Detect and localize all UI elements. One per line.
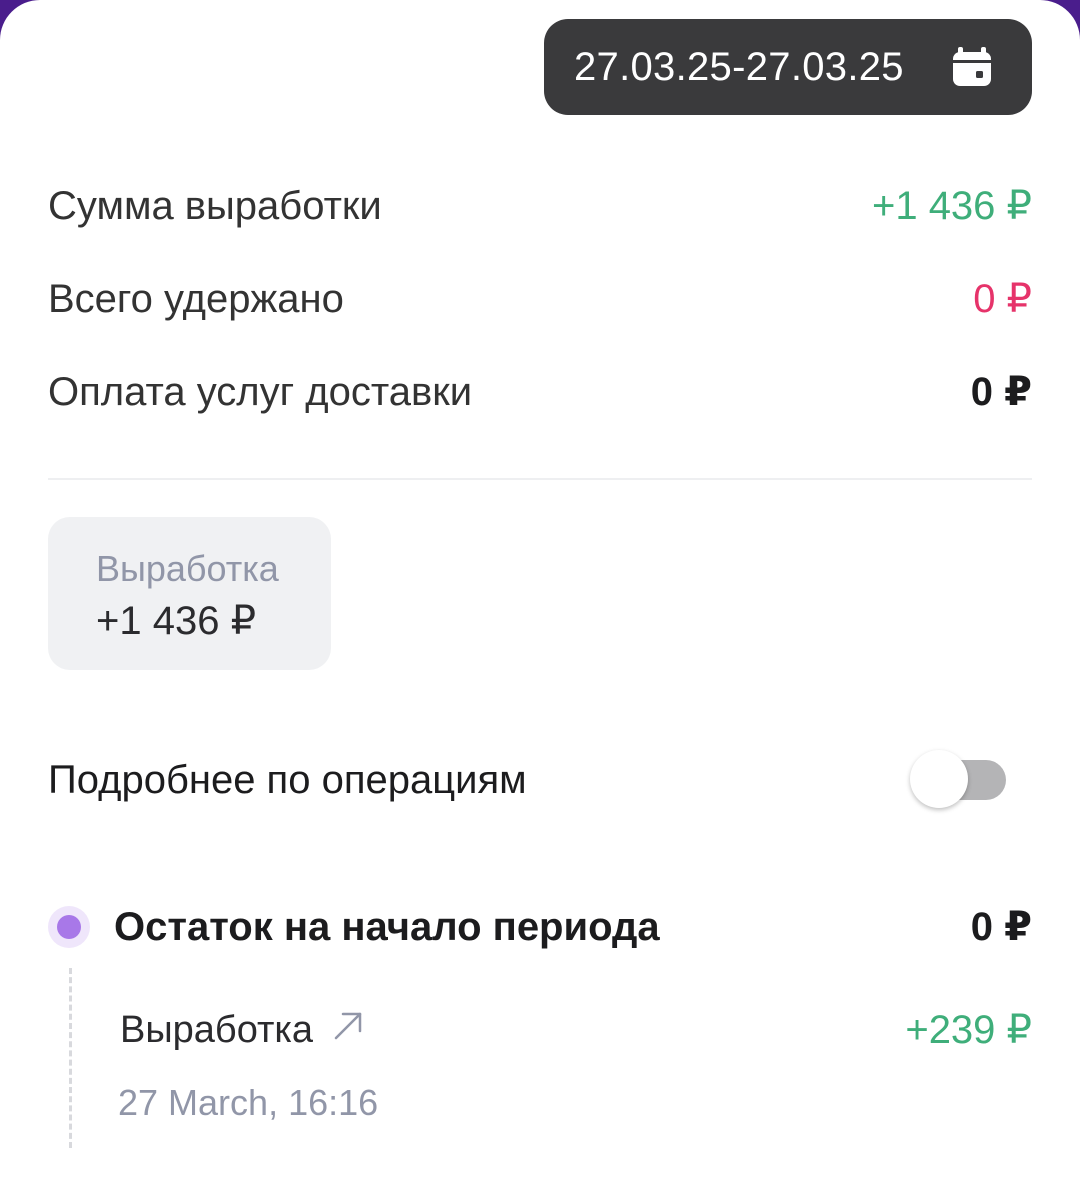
toggle-knob — [910, 750, 968, 808]
operation-value: +239 ₽ — [905, 1008, 1032, 1052]
earnings-filter-chip[interactable]: Выработка +1 436 ₽ — [48, 517, 331, 670]
timeline-dot-icon — [48, 906, 90, 948]
calendar-icon — [952, 47, 992, 87]
delivery-value: 0 ₽ — [970, 370, 1032, 414]
details-toggle[interactable] — [910, 750, 1010, 810]
details-toggle-label: Подробнее по операциям — [48, 757, 527, 802]
delivery-row: Оплата услуг доставки 0 ₽ — [48, 362, 1032, 422]
chip-value: +1 436 ₽ — [96, 599, 257, 643]
arrow-up-right-icon — [333, 1011, 363, 1041]
statement-sheet: 27.03.25-27.03.25 Сумма выработки +1 436… — [0, 0, 1080, 1180]
earnings-value: +1 436 ₽ — [871, 184, 1032, 228]
earnings-label: Сумма выработки — [48, 183, 382, 228]
chip-label: Выработка — [96, 548, 279, 589]
operation-label: Выработка — [120, 1008, 313, 1051]
withheld-value: 0 ₽ — [973, 277, 1032, 321]
operation-date: 27 March, 16:16 — [118, 1082, 379, 1123]
details-toggle-row: Подробнее по операциям — [48, 750, 1032, 810]
withheld-row: Всего удержано 0 ₽ — [48, 269, 1032, 329]
start-balance-value: 0 ₽ — [970, 905, 1032, 949]
operation-row[interactable]: Выработка +239 ₽ — [120, 1000, 1032, 1060]
earnings-row: Сумма выработки +1 436 ₽ — [48, 176, 1032, 236]
delivery-label: Оплата услуг доставки — [48, 369, 473, 414]
date-range-button[interactable]: 27.03.25-27.03.25 — [544, 19, 1032, 115]
start-balance-row: Остаток на начало периода 0 ₽ — [48, 897, 1032, 957]
divider — [48, 478, 1032, 480]
date-range-text: 27.03.25-27.03.25 — [574, 44, 904, 89]
start-balance-label: Остаток на начало периода — [114, 904, 660, 949]
withheld-label: Всего удержано — [48, 276, 344, 321]
timeline-line — [69, 968, 72, 1148]
